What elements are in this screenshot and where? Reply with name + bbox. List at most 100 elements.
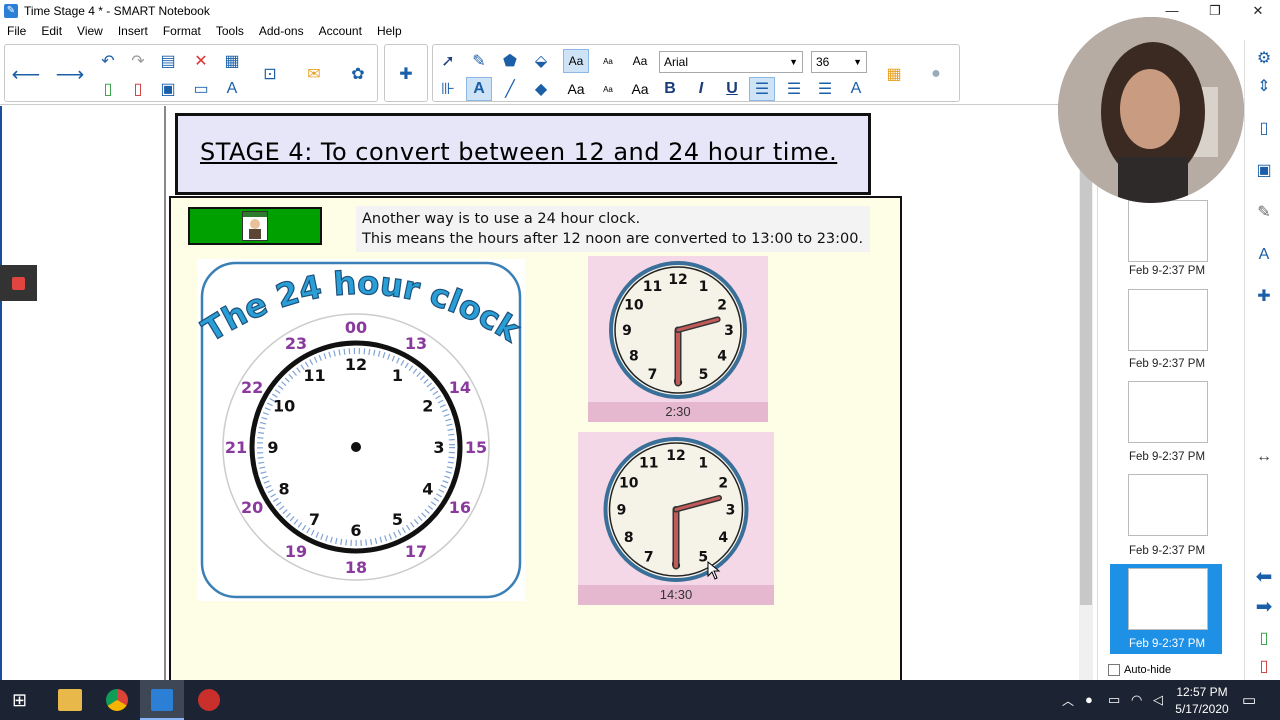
font-size-dropdown[interactable]: 36 ▼ xyxy=(811,51,867,73)
menu-format[interactable]: Format xyxy=(156,24,209,38)
notifications-icon[interactable]: ▭ xyxy=(1242,691,1256,709)
explanation-note[interactable]: Another way is to use a 24 hour clock. T… xyxy=(356,206,870,252)
redo-icon[interactable]: ↷ xyxy=(125,49,151,73)
clock-date[interactable]: 5/17/2020 xyxy=(1172,702,1232,716)
save-icon[interactable]: ▣ xyxy=(155,77,181,101)
attachments-icon[interactable]: ✎ xyxy=(1253,202,1275,224)
delete-icon[interactable]: ✕ xyxy=(188,49,214,73)
properties-icon[interactable]: ● xyxy=(923,62,949,86)
page-thumbnail-1[interactable] xyxy=(1128,200,1208,262)
paste-icon[interactable]: ▤ xyxy=(155,49,181,73)
menu-help[interactable]: Help xyxy=(370,24,410,38)
hour-number: 8 xyxy=(279,480,290,499)
clock-number: 12 xyxy=(668,272,687,288)
record-button[interactable] xyxy=(0,265,37,301)
fill-icon[interactable]: ⬙ xyxy=(528,49,554,73)
forward-arrow-icon[interactable]: ➡ xyxy=(1253,596,1275,618)
windows-start-icon[interactable]: ⊞ xyxy=(12,690,32,710)
menu-insert[interactable]: Insert xyxy=(111,24,156,38)
chrome-icon[interactable] xyxy=(106,689,128,711)
align-left-icon[interactable]: ☰ xyxy=(749,77,775,101)
scrollbar-thumb[interactable] xyxy=(1080,115,1092,605)
align-right-icon[interactable]: ☰ xyxy=(812,77,838,101)
page-thumbnail-4[interactable] xyxy=(1128,474,1208,536)
file-explorer-icon[interactable] xyxy=(58,689,82,711)
font-family-dropdown[interactable]: Arial ▼ xyxy=(659,51,803,73)
page-thumbnail-5[interactable] xyxy=(1128,568,1208,630)
wifi-icon[interactable]: ◠ xyxy=(1131,692,1142,708)
battery-icon[interactable]: ▭ xyxy=(1108,692,1120,708)
menu-tools[interactable]: Tools xyxy=(209,24,252,38)
select-icon[interactable]: ➚ xyxy=(435,49,461,73)
text-recognition-icon[interactable]: A xyxy=(219,77,245,101)
next-page-icon[interactable]: ⟶ xyxy=(56,62,85,86)
back-arrow-icon[interactable]: ⬅ xyxy=(1253,566,1275,588)
menu-addons[interactable]: Add-ons xyxy=(252,24,312,38)
hour-number: 2 xyxy=(422,397,433,416)
text-style-1[interactable]: Aa xyxy=(563,49,589,73)
table-icon[interactable]: ▦ xyxy=(219,49,245,73)
menu-view[interactable]: View xyxy=(70,24,111,38)
delete-page-icon[interactable]: ▯ xyxy=(1253,656,1275,678)
text-style-5[interactable]: Aa xyxy=(595,77,621,101)
undo-icon[interactable]: ↶ xyxy=(95,49,121,73)
green-label-box[interactable] xyxy=(188,207,322,245)
screen-capture-icon[interactable]: ⊡ xyxy=(257,62,283,86)
italic-button[interactable]: I xyxy=(688,77,714,101)
page-thumbnail-3[interactable] xyxy=(1128,381,1208,443)
page-title: STAGE 4: To convert between 12 and 24 ho… xyxy=(200,138,838,166)
toolbar-group-main: ⟵ ⟶ ↶ ↷ ▤ ✕ ▦ ▯ ▯ ▣ ▭ A ⊡ ✉ ✿ xyxy=(4,44,378,102)
align-center-icon[interactable]: ☰ xyxy=(781,77,807,101)
delete-page-icon[interactable]: ▯ xyxy=(125,77,151,101)
properties-icon[interactable]: A xyxy=(1253,244,1275,266)
eraser-icon[interactable]: ◆ xyxy=(528,77,554,101)
page-title-box[interactable]: STAGE 4: To convert between 12 and 24 ho… xyxy=(175,113,871,195)
resize-icon[interactable]: ↔ xyxy=(1253,446,1275,468)
microphone-icon[interactable]: ● xyxy=(1085,692,1093,707)
smart-ink-icon[interactable] xyxy=(198,689,220,711)
page-sorter-icon[interactable]: ▯ xyxy=(1253,118,1275,140)
puzzle-icon[interactable]: ✚ xyxy=(393,62,419,86)
move-sidebar-icon[interactable]: ⇕ xyxy=(1253,76,1275,98)
tray-chevron-up-icon[interactable]: ︿ xyxy=(1062,692,1074,709)
menu-account[interactable]: Account xyxy=(312,24,370,38)
clock-panel-1[interactable]: 123456789101112 2:30 xyxy=(588,256,768,422)
underline-button[interactable]: U xyxy=(719,77,745,101)
text-tool-icon[interactable]: A xyxy=(466,77,492,101)
line-icon[interactable]: ╱ xyxy=(497,77,523,101)
previous-page-icon[interactable]: ⟵ xyxy=(12,62,41,86)
24-hour-clock-card[interactable]: The 24 hour clock 12 00 1 13 2 14 3 15 4 16 5 17 6 18… xyxy=(195,259,528,601)
add-page-icon[interactable]: ▯ xyxy=(1253,628,1275,650)
response-icon[interactable]: ✉ xyxy=(301,62,327,86)
shape-icon[interactable]: ⬟ xyxy=(497,49,523,73)
text-style-4[interactable]: Aa xyxy=(563,77,589,101)
restore-button[interactable]: ❐ xyxy=(1193,0,1237,21)
autohide-checkbox[interactable] xyxy=(1108,664,1120,676)
text-format-icon[interactable]: A xyxy=(843,77,869,101)
color-palette-icon[interactable]: ▦ xyxy=(881,62,907,86)
volume-icon[interactable]: ◁ xyxy=(1153,692,1163,708)
text-style-3[interactable]: Aa xyxy=(627,49,653,73)
menu-edit[interactable]: Edit xyxy=(34,24,70,38)
gallery-icon[interactable]: ▣ xyxy=(1253,160,1275,182)
addon-icon[interactable]: ✿ xyxy=(345,62,371,86)
addons-icon[interactable]: ✚ xyxy=(1253,286,1275,308)
measure-icon[interactable]: ⊪ xyxy=(435,77,461,101)
pen-icon[interactable]: ✎ xyxy=(466,49,492,73)
gear-icon[interactable]: ⚙ xyxy=(1253,48,1275,70)
24-hour-number: 15 xyxy=(465,438,487,457)
thumbnail-label-2: Feb 9-2:37 PM xyxy=(1128,358,1206,370)
bold-button[interactable]: B xyxy=(657,77,683,101)
page-thumbnail-2[interactable] xyxy=(1128,289,1208,351)
clock-time[interactable]: 12:57 PM xyxy=(1172,685,1232,699)
clock-panel-2[interactable]: 123456789101112 14:30 xyxy=(578,432,774,605)
screen-shade-icon[interactable]: ▭ xyxy=(188,77,214,101)
text-style-6[interactable]: Aa xyxy=(627,77,653,101)
menu-file[interactable]: File xyxy=(0,24,34,38)
smart-notebook-taskbar-button[interactable] xyxy=(140,680,184,720)
thumbnail-label-5: Feb 9-2:37 PM xyxy=(1128,638,1206,650)
close-button[interactable]: ✕ xyxy=(1236,0,1280,21)
text-style-2[interactable]: Aa xyxy=(595,49,621,73)
add-page-icon[interactable]: ▯ xyxy=(95,77,121,101)
window-title: Time Stage 4 * - SMART Notebook xyxy=(24,3,210,18)
